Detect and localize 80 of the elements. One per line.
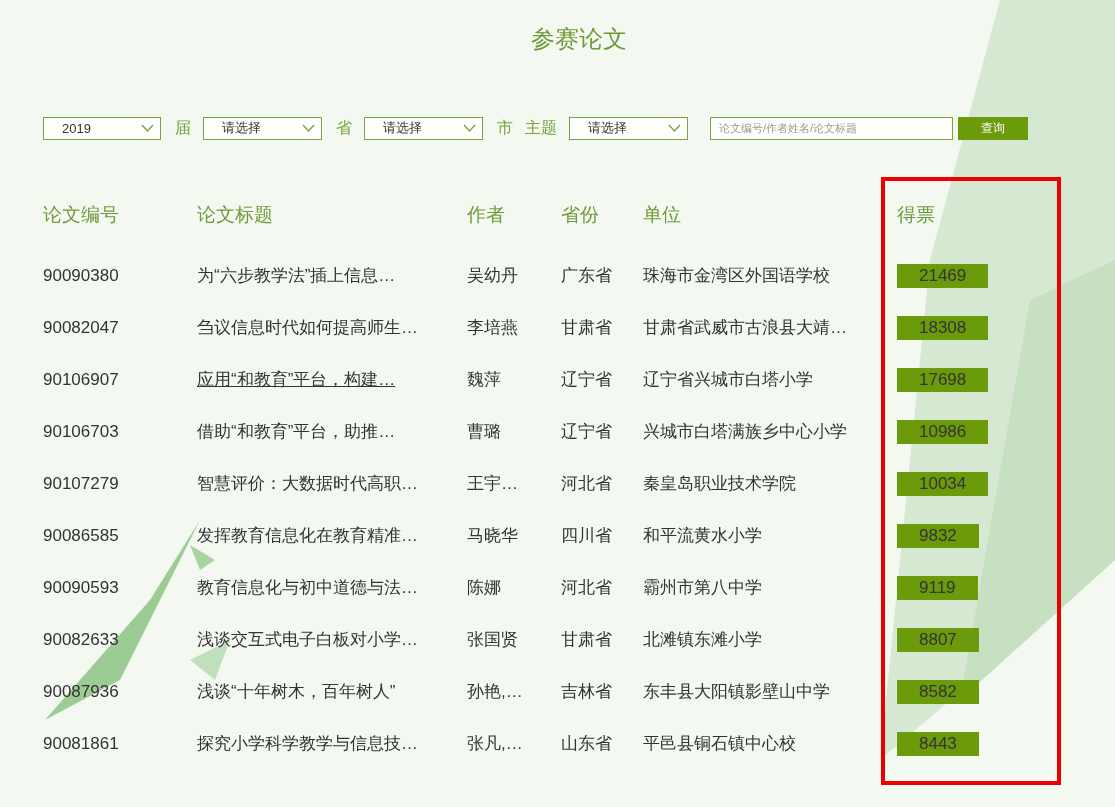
paper-title-link[interactable]: 应用“和教育”平台，构建… (197, 354, 467, 406)
table-cell-text: 河北省 (561, 473, 613, 495)
table-cell-text: 甘肃省武威市古浪县大靖… (643, 317, 848, 339)
table-cell-text: 东丰县大阳镇影壁山中学 (643, 681, 831, 703)
table-cell-text: 霸州市第八中学 (643, 577, 763, 599)
chevron-down-icon (668, 124, 681, 132)
vote-count: 10034 (897, 472, 989, 496)
column-header: 作者 (467, 203, 506, 227)
table-cell-text: 平邑县铜石镇中心校 (643, 733, 797, 755)
table-cell-text: 和平流黄水小学 (643, 525, 763, 547)
filter-label: 届 (175, 117, 191, 138)
column-header: 论文编号 (43, 203, 120, 227)
filter-label: 主题 (525, 117, 557, 138)
table-cell-text: 吴幼丹 (467, 265, 519, 287)
table-cell-text: 孙艳,… (467, 681, 524, 703)
table-cell-text: 甘肃省 (561, 317, 613, 339)
table-cell-text: 兴城市白塔满族乡中心小学 (643, 421, 848, 443)
table-cell-text: 辽宁省兴城市白塔小学 (643, 369, 814, 391)
paper-title-link[interactable]: 探究小学科学教学与信息技… (197, 718, 467, 770)
dropdown[interactable]: 请选择 (569, 116, 688, 140)
page-title: 参赛论文 (530, 24, 628, 54)
column-header: 论文标题 (197, 203, 274, 227)
vote-count: 17698 (897, 368, 989, 392)
paper-title-link[interactable]: 智慧评价：大数据时代高职… (197, 458, 467, 510)
table-cell-text: 河北省 (561, 577, 613, 599)
table-cell-text: 90090593 (43, 577, 120, 599)
table-cell-text: 秦皇岛职业技术学院 (643, 473, 797, 495)
paper-title-link[interactable]: 浅谈“十年树木，百年树人” (197, 666, 467, 718)
chevron-down-icon (141, 124, 154, 132)
table-cell-text: 辽宁省 (561, 369, 613, 391)
paper-title-link[interactable]: 为“六步教学法”插上信息… (197, 250, 467, 302)
paper-title-link[interactable]: 教育信息化与初中道德与法… (197, 562, 467, 614)
table-cell-text: 曹璐 (467, 421, 502, 443)
filter-label: 省 (336, 117, 352, 138)
table-cell-text: 90087936 (43, 681, 120, 703)
table-cell-text: 张国贤 (467, 629, 519, 651)
table-cell-text: 北滩镇东滩小学 (643, 629, 763, 651)
table-cell-text: 广东省 (561, 265, 613, 287)
table-cell-text: 张凡,… (467, 733, 524, 755)
table-cell-text: 珠海市金湾区外国语学校 (643, 265, 831, 287)
table-cell-text: 陈娜 (467, 577, 502, 599)
paper-title-link[interactable]: 发挥教育信息化在教育精准… (197, 510, 467, 562)
dropdown[interactable]: 请选择 (364, 116, 483, 140)
table-cell-text: 90082633 (43, 629, 120, 651)
table-cell-text: 90081861 (43, 733, 120, 755)
paper-title-link[interactable]: 浅谈交互式电子白板对小学… (197, 614, 467, 666)
table-cell-text: 甘肃省 (561, 629, 613, 651)
dropdown[interactable]: 请选择 (203, 116, 322, 140)
table-cell-text: 四川省 (561, 525, 613, 547)
table-cell-text: 辽宁省 (561, 421, 613, 443)
dropdown[interactable]: 2019 (43, 116, 161, 140)
table-cell-text: 90082047 (43, 317, 120, 339)
vote-count: 8807 (897, 628, 979, 652)
table-cell-text: 王宇… (467, 473, 519, 495)
table-cell-text: 魏萍 (467, 369, 502, 391)
paper-title-link[interactable]: 刍议信息时代如何提高师生… (197, 302, 467, 354)
column-header: 得票 (896, 203, 936, 227)
table-cell-text: 李培燕 (467, 317, 519, 339)
table-cell-text: 90106907 (43, 369, 120, 391)
vote-count: 10986 (897, 420, 989, 444)
column-header: 单位 (643, 203, 682, 227)
paper-title-link[interactable]: 借助“和教育”平台，助推… (197, 406, 467, 458)
table-cell-text: 90086585 (43, 525, 120, 547)
table-cell-text: 90107279 (43, 473, 120, 495)
vote-count: 8443 (897, 732, 979, 756)
vote-count: 9119 (897, 576, 978, 600)
column-header: 省份 (561, 203, 600, 227)
chevron-down-icon (302, 124, 315, 132)
filter-label: 市 (497, 117, 513, 138)
vote-count: 9832 (897, 524, 979, 548)
vote-count: 8582 (897, 680, 979, 704)
chevron-down-icon (463, 124, 476, 132)
table-cell-text: 90090380 (43, 265, 120, 287)
table-cell-text: 90106703 (43, 421, 120, 443)
vote-count: 21469 (897, 264, 989, 288)
table-cell-text: 马晓华 (467, 525, 519, 547)
vote-count: 18308 (897, 316, 989, 340)
table-cell-text: 山东省 (561, 733, 613, 755)
table-cell-text: 吉林省 (561, 681, 613, 703)
search-field[interactable]: 论文编号/作者姓名/论文标题 (710, 116, 953, 140)
